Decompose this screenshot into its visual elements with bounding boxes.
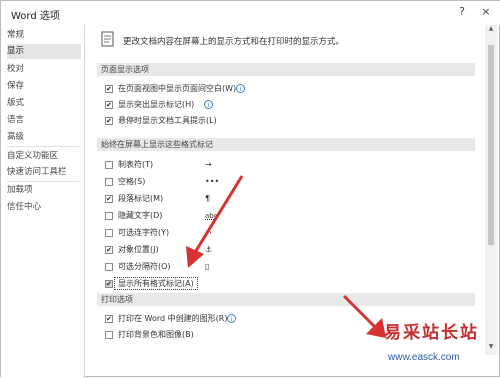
sidebar-item-display[interactable]: 显示 (7, 44, 81, 59)
checkbox[interactable] (105, 178, 113, 186)
sidebar-divider (7, 181, 79, 182)
checkbox[interactable] (105, 161, 113, 169)
sidebar-item-proofing[interactable]: 校对 (7, 62, 81, 77)
window-title: Word 选项 (11, 11, 60, 22)
help-button[interactable]: ? (453, 4, 471, 20)
scrollbar-thumb[interactable] (488, 45, 494, 245)
sidebar-item-advanced[interactable]: 高级 (7, 130, 81, 145)
sidebar: 常规 显示 校对 保存 版式 语言 高级 自定义功能区 快速访问工具栏 加载项 … (1, 25, 85, 378)
sidebar-divider (7, 146, 79, 147)
section-print-options: 打印选项 (97, 293, 475, 306)
checkbox[interactable] (105, 229, 113, 237)
checkbox[interactable] (105, 244, 113, 256)
vertical-scrollbar[interactable]: ▲ ▼ (485, 25, 497, 355)
display-document-icon (101, 31, 114, 47)
checkbox[interactable] (105, 313, 113, 325)
checkbox[interactable] (105, 99, 113, 111)
red-annotation-arrow (186, 175, 244, 268)
watermark-text: 易采站长站 (384, 323, 479, 343)
sidebar-item-general[interactable]: 常规 (7, 28, 81, 43)
title-bar: Word 选项 ? × (1, 1, 500, 25)
section-page-display: 页面显示选项 (97, 63, 475, 76)
scroll-up-icon[interactable]: ▲ (485, 25, 497, 35)
red-annotation-arrow (342, 294, 386, 338)
checkbox[interactable] (105, 212, 113, 220)
sidebar-item-language[interactable]: 语言 (7, 113, 81, 128)
watermark-url: www.easck.com (388, 352, 460, 363)
section-formatting-marks: 始终在屏幕上显示这些格式标记 (97, 138, 475, 151)
checkbox[interactable] (105, 115, 113, 127)
display-options-panel: 更改文档内容在屏幕上的显示方式和在打印时的显示方式。 页面显示选项 在页面视图中… (91, 25, 477, 355)
scroll-down-icon[interactable]: ▼ (485, 343, 497, 353)
panel-description: 更改文档内容在屏幕上的显示方式和在打印时的显示方式。 (123, 37, 345, 47)
checkbox[interactable] (105, 331, 113, 339)
sidebar-item-customize-ribbon[interactable]: 自定义功能区 (7, 149, 81, 164)
tab-symbol-icon: → (205, 160, 212, 169)
checkbox[interactable] (105, 278, 113, 290)
close-button[interactable]: × (477, 4, 495, 20)
checkbox[interactable] (105, 193, 113, 205)
sidebar-item-trust-center[interactable]: 信任中心 (7, 200, 81, 215)
sidebar-item-quick-access-toolbar[interactable]: 快速访问工具栏 (7, 165, 81, 180)
info-icon: i (227, 314, 236, 323)
sidebar-item-add-ins[interactable]: 加载项 (7, 183, 81, 198)
info-icon: i (204, 100, 213, 109)
info-icon: i (236, 84, 245, 93)
checkbox[interactable] (105, 263, 113, 271)
checkbox[interactable] (105, 83, 113, 95)
sidebar-item-layout[interactable]: 版式 (7, 96, 81, 111)
sidebar-item-save[interactable]: 保存 (7, 79, 81, 94)
